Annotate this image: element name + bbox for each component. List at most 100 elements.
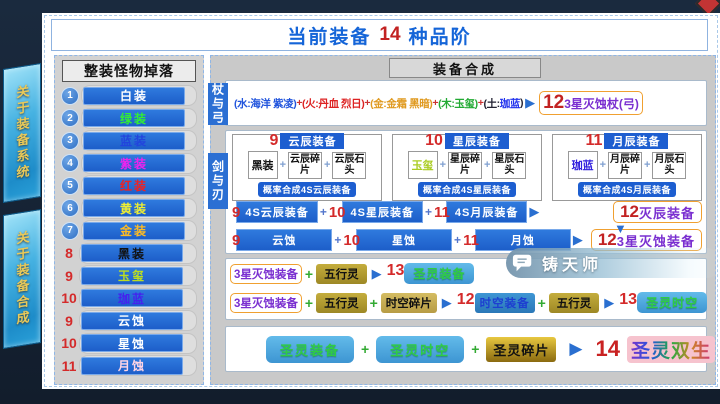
tab-about-equipment-synthesis[interactable]: 关于装备合成 (3, 209, 41, 349)
base-item: 珈蓝 (568, 151, 598, 179)
plus-icon: + (484, 159, 490, 171)
number-badge: 9 (59, 313, 79, 329)
number-badge: 11 (59, 358, 79, 374)
formula-segment: 珈蓝 (500, 96, 520, 111)
sidebar-item-gold[interactable]: 7 金装 (59, 220, 201, 241)
material-item: 月辰石头 (652, 152, 686, 179)
number-badge: 2 (61, 109, 79, 127)
result-text: 3星灭蚀杖(弓) (564, 95, 639, 112)
item-label: 黑装 (81, 244, 183, 262)
sidebar-item-green[interactable]: 2 绿装 (59, 108, 201, 129)
probability-note: 概率合成4S月辰装备 (578, 182, 676, 197)
base-item: 黑装 (248, 151, 278, 179)
holy-equipment: 圣灵装备 (266, 336, 354, 363)
sidebar-item-white[interactable]: 1 白装 (59, 85, 201, 106)
formula-segment: (水:海洋 紫凌) (234, 96, 296, 111)
item-label: 云蚀 (81, 312, 183, 330)
equipment-bar: 星蚀 (356, 229, 452, 251)
twin-row: 圣灵装备 + 圣灵时空 + 圣灵碎片 ▶ 14 圣灵双生 (226, 327, 706, 371)
result-text: 灭辰装备 (639, 203, 695, 222)
plus-icon: + (538, 295, 546, 311)
number-badge: 4 (61, 154, 79, 172)
number-badge: 6 (61, 199, 79, 217)
sidebar-item-red[interactable]: 5 红装 (59, 175, 201, 196)
number-badge: 9 (59, 268, 79, 284)
sidebar-item-black[interactable]: 8 黑装 (59, 243, 201, 264)
row-4s-combine: 9 4S云辰装备 + 10 4S星辰装备 + 11 4S月辰装备 ▶ (232, 201, 702, 223)
formula-segment: (金:金霜 黑暗) (370, 96, 432, 111)
watermark-badge: 铸天师 (506, 248, 720, 278)
main-panel: 当前装备 14 种品阶 整装怪物掉落 1 白装 2 绿装 3 蓝装 4 紫装 (42, 13, 720, 389)
arrow-icon: ▶ (372, 266, 382, 282)
tab-label: 关于装备系统 (13, 83, 32, 182)
card-title: 星辰装备 (445, 133, 509, 149)
material-item: 星辰碎片 (448, 152, 482, 179)
plus-icon: + (600, 159, 606, 171)
number-badge: 3 (61, 132, 79, 150)
synthesis-panel: 装备合成 杖与弓 (水:海洋 紫凌) + (火:丹血 烈日) + (金:金霜 黑… (210, 55, 716, 385)
sidebar-item-purple[interactable]: 4 紫装 (59, 153, 201, 174)
sidebar-item-yellow[interactable]: 6 黄装 (59, 198, 201, 219)
sidebar-item-jialan[interactable]: 10 珈蓝 (59, 288, 201, 309)
synthesis-header: 装备合成 (389, 58, 541, 78)
five-element-spirit: 五行灵 (549, 293, 600, 313)
sword-blade-section: 剑与刃 9 云辰装备 黑装 + 云辰碎片 + 云辰石头 (225, 130, 707, 254)
staff-bow-section: 杖与弓 (水:海洋 紫凌) + (火:丹血 烈日) + (金:金霜 黑暗) + … (225, 80, 707, 126)
card-title: 月辰装备 (604, 133, 668, 149)
plus-icon: + (320, 205, 327, 219)
item-label: 月蚀 (81, 357, 183, 375)
sword-blade-label: 剑与刃 (208, 153, 228, 209)
five-element-spirit: 五行灵 (316, 264, 367, 284)
mie-equipment: 3星灭蚀装备 (230, 293, 302, 313)
result-text: 3星灭蚀装备 (617, 231, 695, 250)
result-number: 12 (620, 202, 639, 222)
staff-bow-label: 杖与弓 (208, 83, 228, 125)
title-suffix: 种品阶 (409, 22, 472, 49)
twin-result: 圣灵双生 (627, 336, 715, 363)
equipment-bar: 4S云辰装备 (236, 201, 317, 223)
plus-icon: + (305, 295, 313, 311)
cloud-chen-card: 9 云辰装备 黑装 + 云辰碎片 + 云辰石头 概率合成4S云辰装备 (232, 134, 382, 201)
title-prefix: 当前装备 (287, 22, 371, 49)
formula-segment: ) (520, 97, 523, 109)
holy-row-b: 3星灭蚀装备 + 五行灵 + 时空碎片 ▶ 12 时空装备 + 五行灵 ▶ 13… (226, 288, 706, 317)
item-label: 紫装 (83, 154, 185, 172)
sidebar-item-cloud-eclipse[interactable]: 9 云蚀 (59, 310, 201, 331)
equipment-bar: 4S星辰装备 (342, 201, 423, 223)
item-label: 蓝装 (83, 132, 185, 150)
number-badge: 1 (61, 87, 79, 105)
plus-icon: + (370, 295, 378, 311)
item-label: 白装 (83, 87, 185, 105)
sidebar-item-star-eclipse[interactable]: 10 星蚀 (59, 333, 201, 354)
item-label: 珈蓝 (81, 289, 183, 307)
holy-equipment: 圣灵装备 (404, 263, 474, 284)
sidebar-item-blue[interactable]: 3 蓝装 (59, 130, 201, 151)
sidebar-item-moon-eclipse[interactable]: 11 月蚀 (59, 355, 201, 376)
plus-icon: + (305, 266, 313, 282)
title-count: 14 (379, 24, 400, 46)
item-label: 玉玺 (81, 267, 183, 285)
equipment-bar: 云蚀 (236, 229, 332, 251)
mie-equipment: 3星灭蚀装备 (230, 264, 302, 284)
watermark-text: 铸天师 (542, 251, 602, 275)
staff-result: 12 3星灭蚀杖(弓) (539, 91, 643, 115)
equipment-bar: 4S月辰装备 (446, 201, 527, 223)
result-number: 13 (619, 291, 637, 309)
chat-bubble-icon (512, 252, 534, 274)
step-number: 10 (343, 232, 360, 249)
arrow-icon: ▶ (569, 339, 582, 359)
formula-segment: (土: (483, 96, 499, 111)
tab-about-equipment-system[interactable]: 关于装备系统 (3, 63, 41, 203)
number-badge: 8 (59, 245, 79, 261)
arrow-icon: ▶ (442, 295, 452, 311)
item-label: 红装 (83, 177, 185, 195)
holy-spacetime: 圣灵时空 (637, 292, 707, 313)
plus-icon: + (280, 159, 286, 171)
step-number: 9 (232, 204, 240, 221)
sidebar-item-jade[interactable]: 9 玉玺 (59, 265, 201, 286)
step-number: 11 (463, 232, 479, 249)
arrow-icon: ▶ (525, 95, 535, 111)
base-item: 玉玺 (408, 151, 438, 179)
result-number: 12 (457, 291, 475, 309)
result-number: 12 (543, 92, 564, 114)
